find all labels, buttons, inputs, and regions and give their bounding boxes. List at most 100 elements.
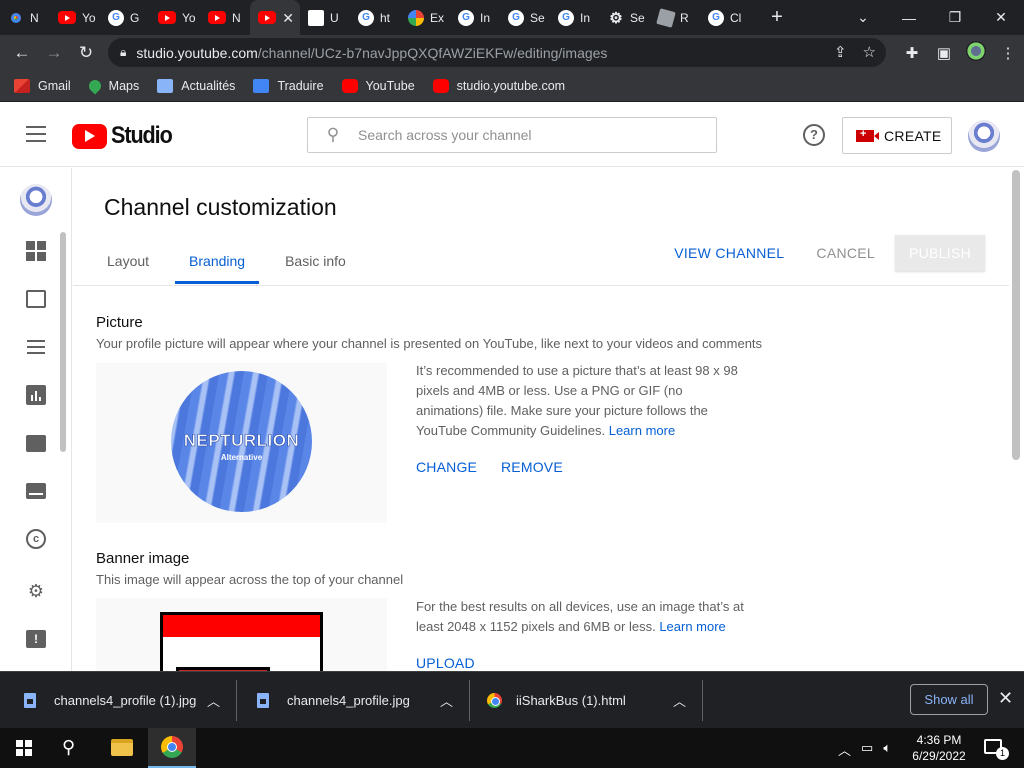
channel-search[interactable]: ⚲	[307, 117, 717, 153]
banner-learn-more-link[interactable]: Learn more	[659, 619, 725, 634]
new-tab-button[interactable]: +	[762, 6, 792, 29]
tab-search-icon[interactable]: ⌄	[840, 9, 886, 26]
create-button[interactable]: CREATE	[842, 117, 952, 154]
subtitles-icon[interactable]	[25, 480, 47, 502]
browser-tab[interactable]: R	[650, 0, 700, 35]
channel-avatar[interactable]	[20, 184, 52, 216]
image-file-icon	[24, 693, 36, 708]
page-scrollbar[interactable]	[1012, 170, 1020, 460]
download-divider	[236, 680, 237, 721]
playlists-icon[interactable]	[25, 338, 47, 360]
download-filename: channels4_profile (1).jpg	[54, 693, 197, 708]
search-input[interactable]	[358, 127, 698, 143]
chevron-up-icon[interactable]: ︿	[838, 740, 851, 759]
upload-banner-button[interactable]: UPLOAD	[416, 655, 475, 671]
browser-tab[interactable]: G Cl	[700, 0, 750, 35]
studio-logo[interactable]: Studio	[72, 122, 178, 150]
settings-gear-icon[interactable]: ⚙	[25, 580, 47, 602]
bookmark-gmail[interactable]: Gmail	[14, 78, 71, 93]
remove-picture-button[interactable]: REMOVE	[501, 459, 563, 475]
google-icon: G	[458, 9, 474, 26]
bookmark-studio[interactable]: studio.youtube.com	[432, 78, 565, 93]
bookmark-maps[interactable]: Maps	[86, 77, 139, 94]
content-icon[interactable]	[25, 288, 47, 310]
bookmark-star-icon[interactable]: ☆	[863, 43, 876, 61]
tab-title: In	[480, 10, 491, 25]
close-window-icon[interactable]: ✕	[978, 9, 1024, 26]
chevron-up-icon[interactable]: ︿	[440, 672, 453, 729]
browser-tab[interactable]: G Se	[500, 0, 550, 35]
browser-tab[interactable]: GG	[100, 0, 150, 35]
address-bar[interactable]: 🔒︎ studio.youtube.com/channel/UCz-b7navJ…	[108, 38, 886, 67]
tab-basic-info[interactable]: Basic info	[271, 246, 360, 284]
close-shelf-icon[interactable]: ✕	[998, 688, 1013, 709]
restore-icon[interactable]: ❐	[932, 9, 978, 26]
browser-tab[interactable]: U	[300, 0, 350, 35]
browser-tab-active[interactable]: ✕	[250, 0, 300, 35]
google-icon: G	[708, 9, 724, 26]
change-picture-button[interactable]: CHANGE	[416, 459, 477, 475]
browser-tab[interactable]: ⚙ Se	[600, 0, 650, 35]
taskbar-search-icon[interactable]: ⚲	[62, 737, 75, 758]
notifications-icon[interactable]: 1	[984, 739, 1009, 760]
download-item[interactable]: channels4_profile (1).jpg	[24, 672, 196, 729]
download-item[interactable]: iiSharkBus (1).html	[487, 672, 626, 729]
help-icon[interactable]: ?	[803, 124, 825, 146]
bookmark-translate[interactable]: Traduire	[253, 78, 324, 93]
banner-image	[160, 612, 323, 671]
minimize-icon[interactable]: —	[886, 10, 932, 26]
browser-tab[interactable]: G In	[450, 0, 500, 35]
tab-branding[interactable]: Branding	[175, 246, 260, 284]
browser-tab[interactable]: Yo	[150, 0, 200, 35]
copyright-icon[interactable]: c	[25, 528, 47, 550]
video-camera-add-icon	[856, 128, 879, 142]
tab-title: Se	[530, 10, 545, 25]
puzzle-extensions-icon[interactable]: ✚	[896, 44, 928, 62]
publish-button[interactable]: PUBLISH	[895, 235, 985, 271]
banner-guidelines: For the best results on all devices, use…	[416, 597, 746, 637]
profile-icon[interactable]	[960, 40, 992, 65]
picture-learn-more-link[interactable]: Learn more	[609, 423, 675, 438]
tabs-divider	[73, 285, 1009, 286]
comments-icon[interactable]	[25, 432, 47, 454]
windows-start-icon[interactable]	[16, 740, 32, 756]
browser-tab[interactable]: N	[0, 0, 50, 35]
browser-tab[interactable]: Ght	[350, 0, 400, 35]
rail-scrollbar[interactable]	[60, 232, 66, 452]
studio-logo-text: Studio	[111, 122, 173, 149]
lock-icon[interactable]: 🔒︎	[120, 45, 126, 60]
browser-tab[interactable]: Ex	[400, 0, 450, 35]
chevron-up-icon[interactable]: ︿	[673, 672, 686, 729]
cancel-button[interactable]: CANCEL	[804, 235, 887, 271]
feedback-icon[interactable]: !	[25, 628, 47, 650]
side-panel-icon[interactable]: ▣	[928, 44, 960, 62]
view-channel-button[interactable]: VIEW CHANNEL	[662, 235, 796, 271]
hamburger-menu-icon[interactable]	[26, 126, 46, 147]
downloads-shelf: channels4_profile (1).jpg ︿ channels4_pr…	[0, 671, 1024, 728]
forward-icon[interactable]: →	[38, 43, 70, 63]
analytics-icon[interactable]	[25, 384, 47, 406]
download-item[interactable]: channels4_profile.jpg	[257, 672, 410, 729]
back-icon[interactable]: ←	[6, 43, 38, 63]
browser-tab[interactable]: N	[200, 0, 250, 35]
bookmark-youtube[interactable]: YouTube	[341, 78, 415, 93]
bookmark-news[interactable]: Actualités	[157, 78, 235, 93]
share-icon[interactable]: ⇪	[834, 43, 847, 61]
menu-dots-icon[interactable]: ⋮	[992, 44, 1024, 62]
notification-count-badge: 1	[996, 747, 1009, 760]
volume-icon[interactable]: 🔈︎	[883, 740, 891, 759]
show-all-downloads-button[interactable]: Show all	[910, 684, 988, 715]
dashboard-icon[interactable]	[25, 240, 47, 262]
network-icon[interactable]: ▭	[861, 740, 873, 759]
browser-tab[interactable]: Yo	[50, 0, 100, 35]
taskbar-clock[interactable]: 4:36 PM 6/29/2022	[910, 732, 968, 764]
tab-layout[interactable]: Layout	[93, 246, 163, 284]
browser-tab[interactable]: G In	[550, 0, 600, 35]
taskbar-chrome-button[interactable]	[148, 728, 196, 768]
close-tab-icon[interactable]: ✕	[282, 10, 294, 27]
reload-icon[interactable]: ↻	[70, 43, 102, 63]
file-explorer-icon[interactable]	[111, 739, 133, 756]
chevron-up-icon[interactable]: ︿	[207, 672, 220, 729]
clock-date: 6/29/2022	[912, 749, 966, 763]
account-avatar[interactable]	[968, 120, 1000, 152]
